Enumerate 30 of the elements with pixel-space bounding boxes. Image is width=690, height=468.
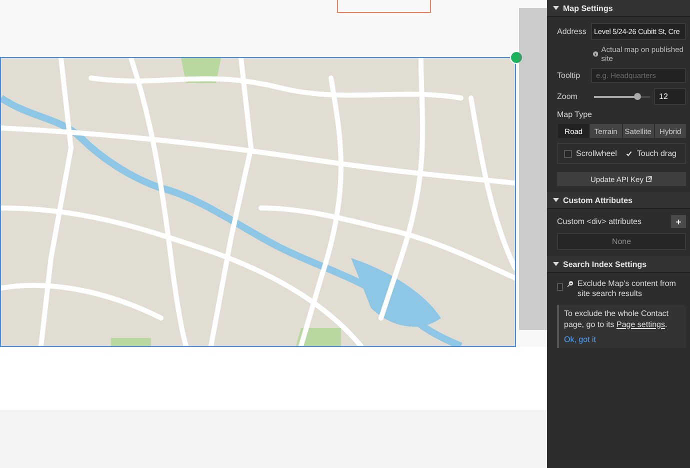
page-settings-link[interactable]: Page settings bbox=[616, 320, 665, 329]
section-title: Search Index Settings bbox=[563, 260, 647, 268]
section-header[interactable]: Custom Attributes bbox=[547, 192, 690, 209]
zoom-field[interactable]: 12 bbox=[654, 88, 686, 105]
info-icon bbox=[593, 51, 598, 57]
empty-state: None bbox=[557, 233, 686, 250]
section-title: Custom Attributes bbox=[563, 196, 632, 204]
caret-icon bbox=[553, 5, 559, 11]
checkbox[interactable] bbox=[557, 283, 563, 291]
field-label: Zoom bbox=[557, 92, 578, 101]
field-label: Tooltip bbox=[557, 71, 582, 80]
section-title: Map Settings bbox=[563, 4, 613, 12]
caret-icon bbox=[553, 261, 559, 267]
element-handle-icon[interactable] bbox=[510, 51, 523, 64]
field-label: Address bbox=[557, 27, 587, 36]
checkbox-label: Exclude Map's content from site search results bbox=[578, 279, 677, 300]
checkbox-label: Touch drag bbox=[636, 149, 676, 158]
hint-text: To exclude the whole Contact page, go to its Page settings. bbox=[564, 308, 670, 330]
caret-icon bbox=[553, 197, 559, 203]
slider-thumb[interactable] bbox=[634, 93, 642, 100]
section-header[interactable]: Search Index Settings bbox=[547, 256, 690, 273]
dismiss-link[interactable]: Ok, got it bbox=[564, 335, 681, 344]
field-label: Custom <div> attributes bbox=[557, 217, 642, 226]
checkbox-label: Scrollwheel bbox=[576, 149, 617, 158]
section-header[interactable]: Map Settings bbox=[547, 0, 690, 17]
field-label: Map Type bbox=[557, 110, 593, 119]
external-link-icon bbox=[646, 176, 652, 182]
add-button[interactable]: + bbox=[671, 215, 686, 228]
checkbox[interactable] bbox=[564, 150, 572, 158]
search-icon bbox=[566, 279, 574, 289]
